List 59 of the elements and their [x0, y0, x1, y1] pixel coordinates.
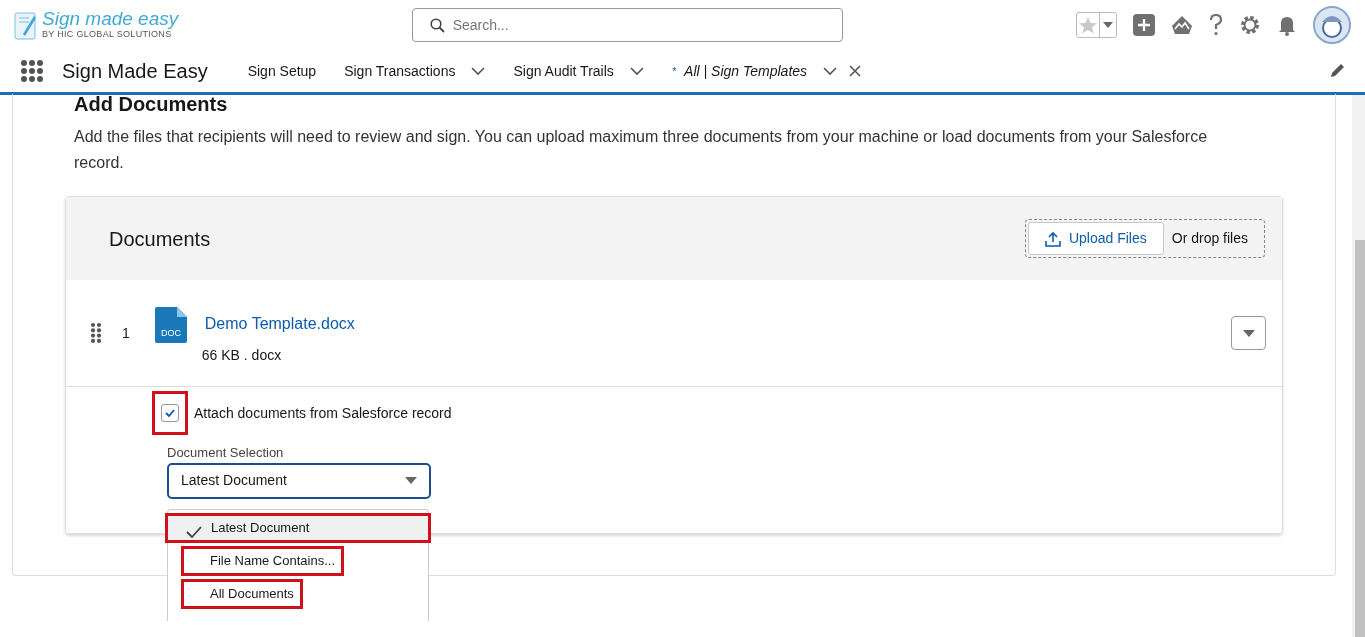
avatar-icon	[1313, 6, 1351, 44]
caret-icon	[1242, 329, 1255, 337]
mountain-button[interactable]	[1171, 15, 1193, 35]
add-button[interactable]	[1133, 14, 1155, 36]
file-size-text: 66 KB . docx	[201, 346, 283, 365]
document-selection-dropdown[interactable]: Latest Document	[167, 462, 431, 499]
close-icon[interactable]	[849, 65, 862, 77]
chevron-down-icon[interactable]	[471, 66, 486, 76]
document-pen-icon	[14, 10, 38, 40]
chevron-down-icon[interactable]	[629, 66, 644, 76]
plus-icon	[1133, 14, 1155, 36]
dropdown-option[interactable]: File Name Contains...	[184, 549, 341, 573]
caret-icon	[1103, 22, 1113, 28]
grid-dots-icon	[20, 59, 44, 83]
field-label: Document Selection	[167, 444, 285, 462]
section-description: Add the files that recipients will need to review and sign. You can upload maximum three documents from your machine or load documents from your Salesforce record.	[74, 127, 1209, 173]
app-name: Sign Made Easy	[62, 59, 208, 84]
search-icon	[429, 18, 445, 33]
checkbox-label: Attach documents from Salesforce record	[194, 403, 452, 423]
edit-nav-button[interactable]	[1329, 63, 1345, 79]
checkbox[interactable]	[161, 404, 179, 422]
bell-icon	[1277, 14, 1297, 36]
nav-tab[interactable]: Sign Audit Trails	[499, 60, 658, 82]
avatar-button[interactable]	[1313, 6, 1351, 44]
section-title: Add Documents	[74, 94, 229, 114]
file-index: 1	[122, 323, 130, 343]
document-file-icon: DOC	[154, 307, 187, 343]
chevron-down-icon[interactable]	[823, 66, 838, 76]
upload-icon	[1044, 230, 1061, 247]
checkmark-icon	[186, 525, 202, 538]
mountain-icon	[1171, 15, 1193, 35]
logo-subtitle: BY HIC GLOBAL SOLUTIONS	[42, 28, 172, 41]
help-icon	[1209, 14, 1223, 36]
help-button[interactable]	[1209, 14, 1223, 36]
dropdown-option[interactable]: All Documents	[184, 582, 300, 606]
star-icon	[1077, 15, 1099, 35]
settings-button[interactable]	[1239, 14, 1261, 36]
upload-files-button[interactable]: Upload Files	[1027, 222, 1164, 255]
caret-icon	[405, 477, 417, 484]
dropdown-option[interactable]: Latest Document	[168, 516, 428, 540]
checkmark-icon	[165, 409, 175, 417]
logo-title: Sign made easy	[42, 8, 179, 28]
pencil-icon	[1329, 63, 1345, 79]
scrollbar[interactable]	[1352, 95, 1365, 637]
drag-handle-icon[interactable]	[90, 322, 102, 344]
nav-tab[interactable]: Sign Setup	[233, 60, 331, 82]
file-drop-zone[interactable]: Upload Files Or drop files	[1024, 219, 1265, 258]
file-menu-button[interactable]	[1231, 316, 1266, 350]
documents-title: Documents	[109, 226, 211, 252]
nav-tab[interactable]: Sign Transactions	[330, 60, 500, 82]
notifications-button[interactable]	[1277, 14, 1297, 36]
nav-tab[interactable]: * All | Sign Templates	[657, 60, 876, 82]
app-launcher-button[interactable]	[20, 59, 44, 83]
favorites-button[interactable]	[1076, 12, 1117, 38]
drop-files-text: Or drop files	[1170, 229, 1249, 248]
file-name-link[interactable]: Demo Template.docx	[204, 312, 355, 336]
unsaved-marker: *	[671, 63, 677, 79]
settings-icon	[1239, 14, 1261, 36]
search-field[interactable]: Search...	[411, 8, 843, 42]
